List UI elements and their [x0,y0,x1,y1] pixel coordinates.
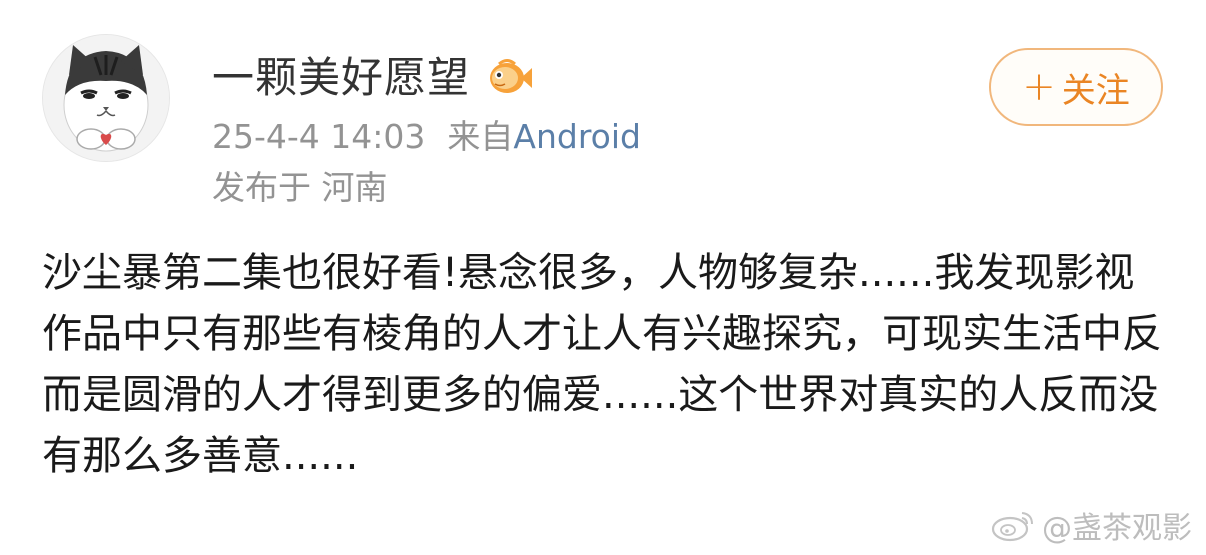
fish-vip-icon[interactable] [487,55,533,99]
post-timestamp: 25-4-4 14:03 [212,117,426,156]
weibo-watermark: @盏茶观影 [990,503,1192,547]
user-avatar[interactable] [42,34,170,162]
post-meta: 25-4-4 14:03 来自Android [212,115,641,159]
post-content: 沙尘暴第二集也很好看!悬念很多，人物够复杂......我发现影视作品中只有那些有… [42,250,1162,479]
post-location: 发布于 河南 [212,168,388,207]
source-link[interactable]: Android [513,117,641,156]
weibo-logo-icon [991,512,1033,542]
username[interactable]: 一颗美好愿望 [212,50,470,106]
follow-label: 关注 [1061,70,1130,111]
weibo-post-card: 一颗美好愿望 25-4-4 14:03 来自Android 发布于 河南 + 关注… [0,0,1206,555]
follow-button[interactable]: + 关注 [989,48,1163,126]
plus-icon: + [1022,64,1056,110]
watermark-text: @盏茶观影 [1042,511,1192,546]
source-prefix: 来自 [447,117,514,156]
cat-avatar-icon [43,35,169,161]
